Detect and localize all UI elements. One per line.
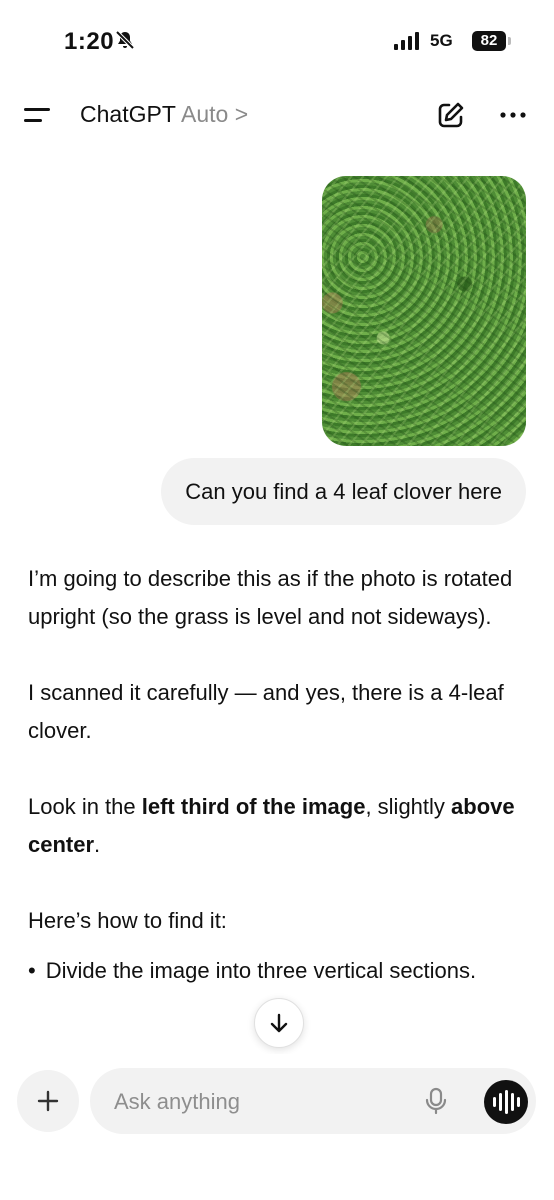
assistant-reply: I’m going to describe this as if the pho… [28, 560, 528, 990]
attached-grass-photo[interactable] [322, 176, 526, 446]
list-item: • Divide the image into three vertical s… [28, 952, 528, 990]
plus-icon [37, 1090, 59, 1112]
user-message-bubble: Can you find a 4 leaf clover here [161, 458, 526, 525]
reply-paragraph: I scanned it carefully — and yes, there … [28, 680, 504, 743]
message-input[interactable] [112, 1068, 416, 1136]
chat-header: ChatGPT Auto > [0, 88, 554, 142]
bullet-text: Divide the image into three vertical sec… [45, 958, 477, 983]
add-attachment-button[interactable] [17, 1070, 79, 1132]
battery-tip [508, 37, 511, 45]
battery-indicator: 82 [472, 31, 506, 51]
more-dots-icon[interactable] [498, 100, 528, 130]
reply-paragraph: Look in the left third of the image, sli… [28, 794, 515, 857]
microphone-icon[interactable] [424, 1087, 448, 1115]
arrow-down-icon [270, 1013, 288, 1033]
status-bar: 1:20 5G 82 [0, 0, 554, 84]
network-type: 5G [430, 31, 453, 50]
composer [0, 1054, 554, 1200]
status-time: 1:20 [64, 28, 115, 55]
bold-text: left third of the image [141, 794, 366, 819]
bell-slash-icon [115, 30, 135, 50]
signal-strength-icon [394, 32, 419, 50]
model-selector[interactable]: Auto > [181, 101, 248, 128]
scroll-to-bottom-button[interactable] [254, 998, 304, 1048]
app-title: ChatGPT [80, 101, 176, 127]
reply-paragraph: Here’s how to find it: [28, 908, 227, 933]
message-input-container [90, 1068, 536, 1136]
new-chat-icon[interactable] [436, 100, 466, 130]
reply-paragraph: I’m going to describe this as if the pho… [28, 566, 513, 629]
voice-mode-icon[interactable] [484, 1080, 528, 1124]
bullet-marker: • [28, 958, 36, 983]
menu-icon[interactable] [24, 104, 54, 128]
